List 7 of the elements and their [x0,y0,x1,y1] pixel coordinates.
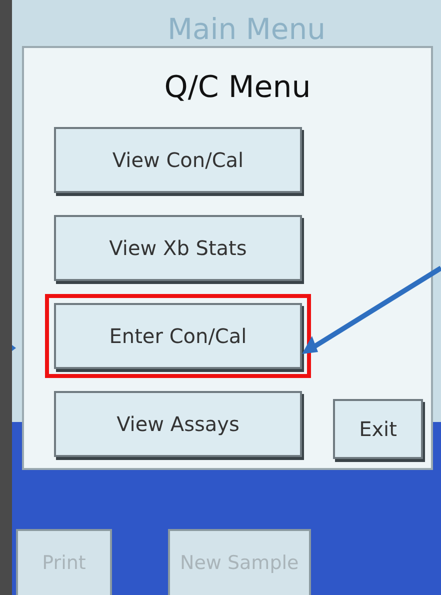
exit-button[interactable]: Exit [333,399,423,459]
menu-button[interactable]: View Xb Stats [54,215,302,281]
menu-heading: Q/C Menu [164,70,311,105]
screen-title: Main Menu [166,11,327,46]
menu-button[interactable]: Enter Con/Cal [54,303,302,369]
menu-button[interactable]: View Assays [54,391,302,457]
menu-button[interactable]: View Con/Cal [54,127,302,193]
